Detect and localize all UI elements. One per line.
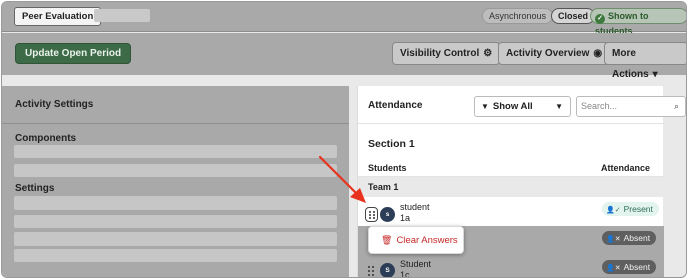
annotation-arrow — [318, 155, 366, 203]
app-window: Peer Evaluation Asynchronous Closed ✓ Sho… — [1, 1, 687, 278]
